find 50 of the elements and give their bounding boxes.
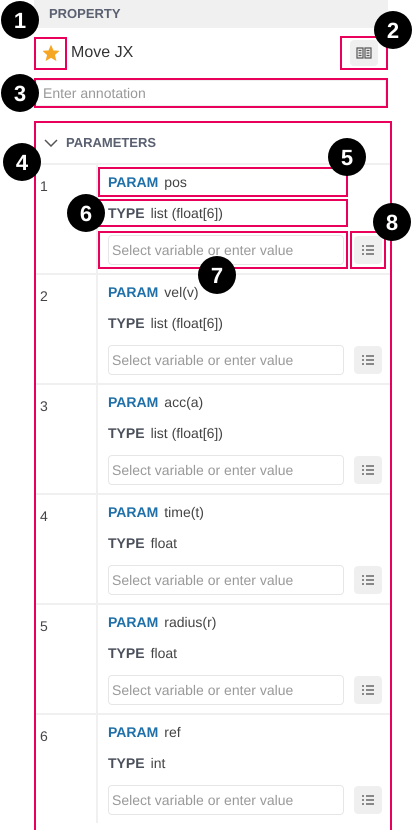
row-number: 2 xyxy=(40,288,48,304)
row-number: 4 xyxy=(40,508,48,524)
callout-marker: 8 xyxy=(373,203,411,241)
variable-list-button[interactable] xyxy=(354,346,382,374)
callout-marker: 5 xyxy=(328,138,366,176)
type-line: TYPE float xyxy=(107,644,178,662)
row-number: 6 xyxy=(40,728,48,744)
list-icon xyxy=(362,795,374,805)
variable-list-button[interactable] xyxy=(354,236,382,264)
section-header: PROPERTY xyxy=(34,0,388,28)
type-line: TYPE list (float[6]) xyxy=(107,424,224,443)
callout-marker: 6 xyxy=(67,194,105,232)
parameters-toggle[interactable]: PARAMETERS xyxy=(44,130,156,156)
param-line: PARAM radius(r) xyxy=(107,612,218,632)
param-line: PARAM time(t) xyxy=(107,502,205,522)
row-number: 5 xyxy=(40,618,48,634)
value-field[interactable]: Select variable or enter value xyxy=(108,235,344,265)
star-icon[interactable] xyxy=(42,45,58,61)
row-number: 1 xyxy=(40,178,48,194)
param-line: PARAM acc(a) xyxy=(107,392,204,412)
type-line: TYPE float xyxy=(107,534,178,552)
list-icon xyxy=(362,575,374,585)
variable-list-button[interactable] xyxy=(354,456,382,484)
list-icon xyxy=(362,355,374,365)
callout-marker: 1 xyxy=(1,1,39,39)
value-field[interactable]: Select variable or enter value xyxy=(108,345,344,375)
annotation-field[interactable]: Enter annotation xyxy=(36,80,386,106)
list-icon xyxy=(362,245,374,255)
callout-marker: 7 xyxy=(198,256,236,294)
variable-list-button[interactable] xyxy=(354,786,382,814)
callout-marker: 4 xyxy=(3,143,41,181)
command-title: Move JX xyxy=(71,43,134,63)
row-number: 3 xyxy=(40,398,48,414)
callout-marker: 2 xyxy=(374,11,412,49)
value-field[interactable]: Select variable or enter value xyxy=(108,785,344,815)
type-line: TYPE list (float[6]) xyxy=(107,314,224,333)
value-field[interactable]: Select variable or enter value xyxy=(108,455,344,485)
value-field[interactable]: Select variable or enter value xyxy=(108,565,344,595)
variable-list-button[interactable] xyxy=(354,676,382,704)
variable-list-button[interactable] xyxy=(354,566,382,594)
list-icon xyxy=(362,685,374,695)
type-line: TYPE int xyxy=(107,754,166,772)
value-field[interactable]: Select variable or enter value xyxy=(108,675,344,705)
list-icon xyxy=(362,465,374,475)
book-button[interactable] xyxy=(350,40,378,66)
book-icon xyxy=(356,47,372,59)
param-line: PARAM vel(v) xyxy=(107,282,200,302)
param-line: PARAM ref xyxy=(107,722,182,742)
callout-marker: 3 xyxy=(1,74,39,112)
chevron-icon xyxy=(44,139,58,147)
